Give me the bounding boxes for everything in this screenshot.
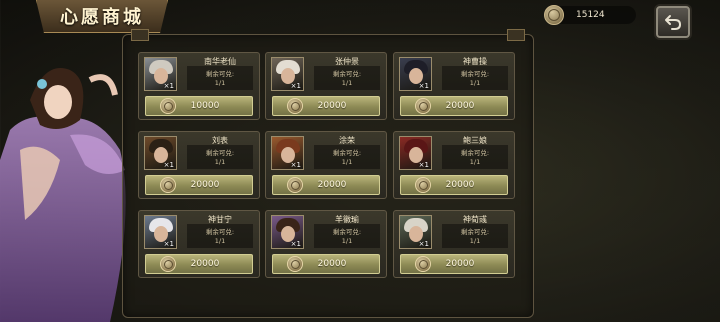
remain-label: 剩余可兑: (332, 228, 362, 236)
coin-icon (415, 256, 431, 272)
buy-button[interactable]: 20000 (400, 175, 508, 195)
buy-button[interactable]: 20000 (272, 96, 380, 116)
coin-icon (287, 98, 303, 114)
remain-info: 剩余可兑: 1/1 (442, 145, 508, 169)
item-price: 20000 (445, 180, 475, 190)
remain-label: 剩余可兑: (332, 70, 362, 78)
coin-icon (415, 177, 431, 193)
item-price: 10000 (190, 101, 220, 111)
buy-button[interactable]: 20000 (400, 254, 508, 274)
remain-label: 剩余可兑: (205, 149, 235, 157)
coin-icon (415, 98, 431, 114)
back-button[interactable] (656, 6, 690, 38)
item-price: 20000 (445, 259, 475, 269)
remain-label: 剩余可兑: (205, 228, 235, 236)
item-quantity: ×1 (290, 240, 301, 248)
hero-portrait[interactable]: ×1 (144, 136, 177, 170)
remain-info: 剩余可兑: 1/1 (187, 224, 253, 248)
item-quantity: ×1 (163, 161, 174, 169)
remain-label: 剩余可兑: (205, 70, 235, 78)
item-price: 20000 (445, 101, 475, 111)
currency-display: 15124 (544, 5, 636, 25)
item-price: 20000 (317, 259, 347, 269)
remain-label: 剩余可兑: (332, 149, 362, 157)
character-illustration (0, 68, 126, 322)
panel-ornament (507, 29, 525, 41)
shop-item-card[interactable]: ×1 神曹操 剩余可兑: 1/1 20000 (393, 52, 515, 120)
remain-count: 1/1 (214, 237, 226, 245)
coin-icon (287, 177, 303, 193)
remain-info: 剩余可兑: 1/1 (442, 66, 508, 90)
remain-info: 剩余可兑: 1/1 (314, 224, 380, 248)
currency-amount: 15124 (576, 10, 605, 20)
shop-item-card[interactable]: ×1 刘表 剩余可兑: 1/1 20000 (138, 131, 260, 199)
hero-portrait[interactable]: ×1 (144, 215, 177, 249)
item-quantity: ×1 (163, 82, 174, 90)
item-price: 20000 (190, 180, 220, 190)
item-price: 20000 (317, 180, 347, 190)
coin-icon (160, 98, 176, 114)
remain-info: 剩余可兑: 1/1 (442, 224, 508, 248)
coin-icon (287, 256, 303, 272)
buy-button[interactable]: 20000 (272, 254, 380, 274)
coin-icon (160, 177, 176, 193)
buy-button[interactable]: 10000 (145, 96, 253, 116)
buy-button[interactable]: 20000 (145, 175, 253, 195)
item-quantity: ×1 (290, 82, 301, 90)
buy-button[interactable]: 20000 (272, 175, 380, 195)
remain-label: 剩余可兑: (460, 228, 490, 236)
shop-item-card[interactable]: ×1 神荀彧 剩余可兑: 1/1 20000 (393, 210, 515, 278)
shop-item-card[interactable]: ×1 南华老仙 剩余可兑: 1/1 10000 (138, 52, 260, 120)
panel-ornament (131, 29, 149, 41)
item-quantity: ×1 (290, 161, 301, 169)
hero-portrait[interactable]: ×1 (399, 57, 432, 91)
remain-label: 剩余可兑: (460, 149, 490, 157)
hero-portrait[interactable]: ×1 (271, 136, 304, 170)
shop-item-card[interactable]: ×1 张仲景 剩余可兑: 1/1 20000 (265, 52, 387, 120)
remain-info: 剩余可兑: 1/1 (314, 145, 380, 169)
item-quantity: ×1 (418, 82, 429, 90)
remain-info: 剩余可兑: 1/1 (187, 145, 253, 169)
hero-portrait[interactable]: ×1 (399, 136, 432, 170)
hero-portrait[interactable]: ×1 (144, 57, 177, 91)
buy-button[interactable]: 20000 (400, 96, 508, 116)
buy-button[interactable]: 20000 (145, 254, 253, 274)
shop-item-card[interactable]: ×1 鲍三娘 剩余可兑: 1/1 20000 (393, 131, 515, 199)
remain-count: 1/1 (469, 79, 481, 87)
remain-count: 1/1 (341, 79, 353, 87)
item-quantity: ×1 (418, 161, 429, 169)
shop-item-card[interactable]: ×1 涂荣 剩余可兑: 1/1 20000 (265, 131, 387, 199)
remain-count: 1/1 (469, 237, 481, 245)
remain-count: 1/1 (469, 158, 481, 166)
item-price: 20000 (190, 259, 220, 269)
remain-count: 1/1 (214, 158, 226, 166)
page-title: 心愿商城 (60, 7, 144, 28)
remain-count: 1/1 (214, 79, 226, 87)
coin-icon (160, 256, 176, 272)
shop-item-card[interactable]: ×1 羊徽瑜 剩余可兑: 1/1 20000 (265, 210, 387, 278)
remain-count: 1/1 (341, 237, 353, 245)
remain-count: 1/1 (341, 158, 353, 166)
item-quantity: ×1 (163, 240, 174, 248)
item-quantity: ×1 (418, 240, 429, 248)
coin-icon (544, 5, 564, 25)
hero-portrait[interactable]: ×1 (399, 215, 432, 249)
item-price: 20000 (317, 101, 347, 111)
back-arrow-icon (665, 15, 681, 30)
shop-item-card[interactable]: ×1 神甘宁 剩余可兑: 1/1 20000 (138, 210, 260, 278)
hero-portrait[interactable]: ×1 (271, 215, 304, 249)
remain-info: 剩余可兑: 1/1 (187, 66, 253, 90)
remain-label: 剩余可兑: (460, 70, 490, 78)
remain-info: 剩余可兑: 1/1 (314, 66, 380, 90)
hero-portrait[interactable]: ×1 (271, 57, 304, 91)
